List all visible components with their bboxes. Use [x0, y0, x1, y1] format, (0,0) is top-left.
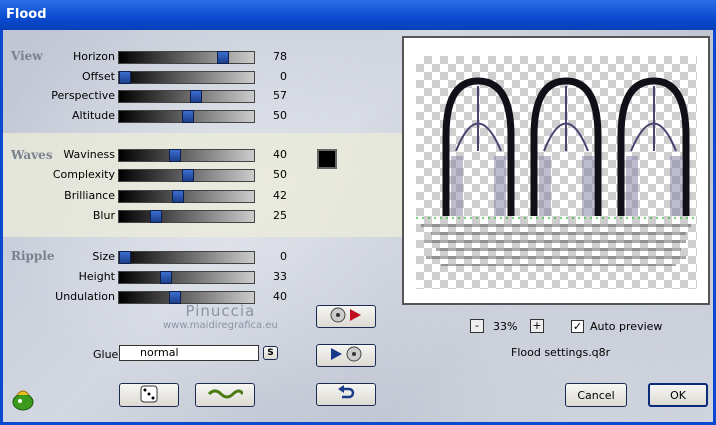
reset-icon [337, 385, 355, 404]
reset-button[interactable] [316, 383, 376, 406]
slider-label: Waviness [63, 148, 115, 161]
watermark-name: Pinuccia [185, 302, 256, 320]
slider-track[interactable] [118, 90, 255, 103]
slider-value: 42 [273, 189, 287, 202]
slider-label: Perspective [51, 89, 115, 102]
glue-s-button[interactable]: S [263, 346, 278, 360]
slider-row: Perspective 57 [3, 86, 403, 106]
slider-value: 0 [280, 70, 287, 83]
title-bar: Flood [0, 0, 716, 30]
load-settings-button[interactable] [316, 305, 376, 328]
glue-s-label: S [267, 348, 274, 358]
wave-color-swatch[interactable] [317, 149, 337, 169]
slider-thumb[interactable] [190, 90, 203, 103]
slider-row: Brilliance 42 [3, 186, 403, 206]
slider-value: 25 [273, 209, 287, 222]
slider-value: 57 [273, 89, 287, 102]
settings-file-name: Flood settings.q8r [511, 346, 611, 359]
preview-panel[interactable] [402, 36, 710, 305]
zoom-out-button[interactable]: - [470, 319, 484, 333]
slider-thumb[interactable] [181, 110, 194, 123]
slider-row: Size 0 [3, 247, 403, 267]
dice-icon [140, 385, 158, 406]
slider-thumb[interactable] [171, 190, 184, 203]
wave-button[interactable] [195, 383, 255, 407]
slider-row: Altitude 50 [3, 106, 403, 126]
slider-row: Horizon 78 [3, 47, 403, 67]
slider-thumb[interactable] [169, 149, 181, 162]
slider-value: 50 [273, 168, 287, 181]
slider-thumb[interactable] [150, 210, 163, 223]
slider-track[interactable] [118, 210, 255, 223]
slider-value: 40 [273, 148, 287, 161]
slider-track[interactable] [118, 169, 255, 182]
slider-value: 0 [280, 250, 287, 263]
slider-track[interactable] [118, 149, 255, 162]
dialog-body: View Waves Ripple Horizon 78 Offset 0 Pe… [3, 30, 713, 422]
preview-arches-image [416, 77, 697, 266]
slider-thumb[interactable] [119, 251, 131, 264]
flood-plugin-icon [11, 389, 35, 414]
slider-row: Blur 25 [3, 206, 403, 226]
slider-thumb[interactable] [181, 169, 194, 182]
slider-value: 33 [273, 270, 287, 283]
cancel-button[interactable]: Cancel [565, 383, 627, 407]
ok-label: OK [670, 388, 686, 402]
slider-label: Horizon [72, 50, 115, 63]
glue-select[interactable]: normal [119, 345, 259, 361]
slider-label: Blur [92, 209, 115, 222]
auto-preview-checkbox[interactable]: ✓ [571, 320, 584, 333]
slider-label: Undulation [55, 290, 115, 303]
slider-track[interactable] [118, 51, 255, 64]
watermark-url: www.maidiregrafica.eu [163, 320, 278, 331]
slider-row: Waviness 40 [3, 145, 403, 165]
slider-track[interactable] [118, 271, 255, 284]
slider-row: Height 33 [3, 267, 403, 287]
slider-thumb[interactable] [216, 51, 229, 64]
cancel-label: Cancel [577, 388, 615, 402]
randomize-button[interactable] [119, 383, 179, 407]
slider-label: Altitude [72, 109, 115, 122]
save-settings-icon [328, 346, 364, 365]
slider-label: Height [78, 270, 115, 283]
slider-label: Size [92, 250, 115, 263]
slider-thumb[interactable] [160, 271, 173, 284]
slider-track[interactable] [118, 71, 255, 84]
glue-label: Glue [93, 348, 119, 361]
slider-label: Brilliance [64, 189, 115, 202]
save-settings-button[interactable] [316, 344, 376, 367]
wave-icon [207, 387, 245, 404]
slider-thumb[interactable] [119, 71, 131, 84]
slider-label: Offset [81, 70, 115, 83]
slider-row: Offset 0 [3, 67, 403, 87]
load-settings-icon [328, 307, 364, 326]
slider-track[interactable] [118, 251, 255, 264]
slider-value: 78 [273, 50, 287, 63]
slider-value: 50 [273, 109, 287, 122]
slider-track[interactable] [118, 110, 255, 123]
watermark: Pinuccia www.maidiregrafica.eu [163, 302, 278, 331]
window-title: Flood [6, 7, 47, 22]
slider-label: Complexity [52, 168, 115, 181]
zoom-level: 33% [493, 320, 518, 333]
auto-preview-label: Auto preview [590, 320, 663, 333]
slider-row: Complexity 50 [3, 165, 403, 185]
zoom-in-button[interactable]: + [530, 319, 544, 333]
slider-track[interactable] [118, 190, 255, 203]
ok-button[interactable]: OK [648, 383, 708, 407]
